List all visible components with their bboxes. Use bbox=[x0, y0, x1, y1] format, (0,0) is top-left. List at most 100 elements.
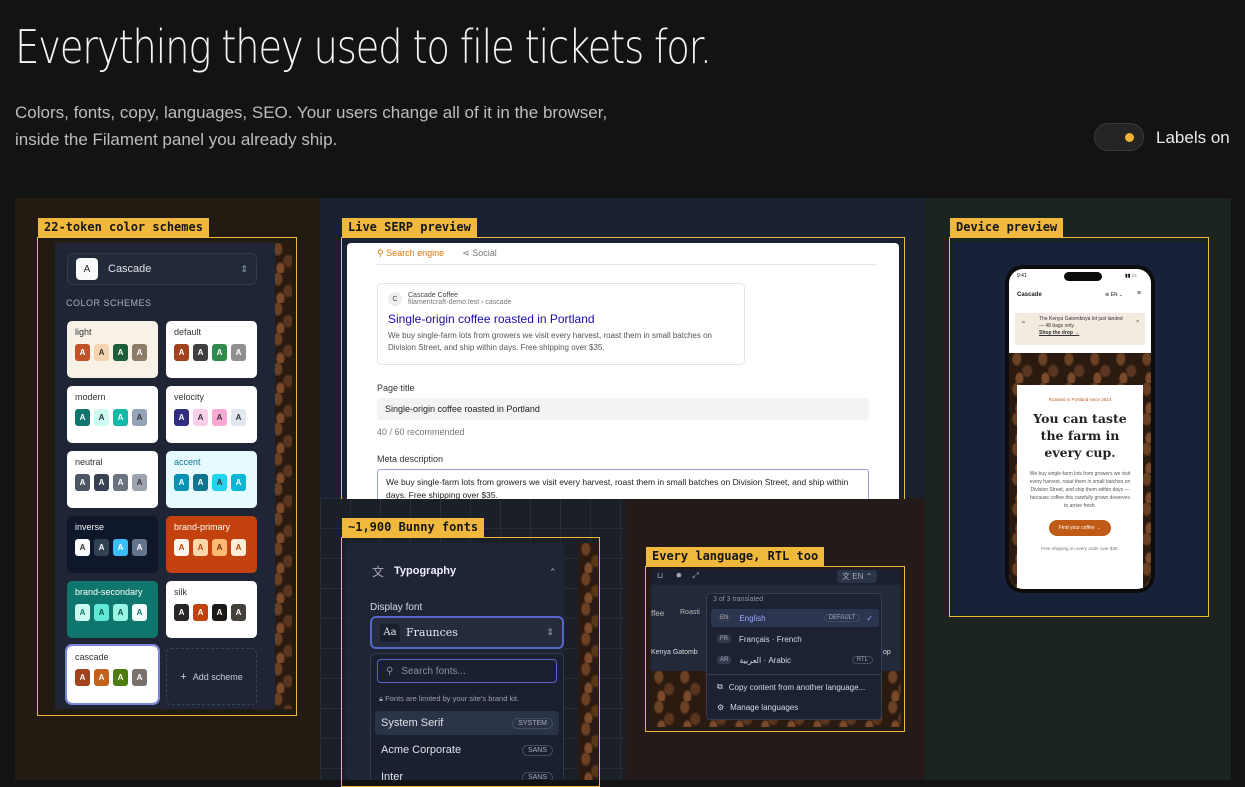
color-swatch: A bbox=[231, 409, 246, 426]
close-icon[interactable]: × bbox=[1136, 319, 1139, 326]
scheme-card-accent[interactable]: accent A A A A bbox=[166, 451, 257, 508]
scheme-chips: AAAA bbox=[174, 539, 249, 556]
site-favicon: C bbox=[388, 292, 402, 306]
page-title-input[interactable]: Single-origin coffee roasted in Portland bbox=[377, 398, 869, 420]
tab-search-engine[interactable]: ⚲ Search engine bbox=[377, 248, 444, 259]
scheme-name: brand-primary bbox=[174, 522, 231, 532]
color-swatch: A bbox=[75, 344, 90, 361]
phone-lang[interactable]: ⊕ EN ⌄ bbox=[1105, 292, 1123, 298]
page-title-counter: 40 / 60 recommended bbox=[377, 427, 465, 437]
serp-headline[interactable]: Single-origin coffee roasted in Portland bbox=[388, 312, 734, 326]
add-scheme-button[interactable]: + Add scheme bbox=[166, 648, 257, 705]
color-swatch: A bbox=[75, 409, 90, 426]
scheme-card-cascade[interactable]: cascade A A A A bbox=[65, 644, 160, 705]
expand-icon[interactable]: ⤢ bbox=[692, 571, 698, 580]
display-font-label: Display font bbox=[370, 602, 423, 613]
color-swatch: A bbox=[94, 669, 109, 686]
color-swatch: A bbox=[132, 604, 147, 621]
status-time: 9:41 bbox=[1017, 273, 1027, 279]
color-swatch: A bbox=[193, 474, 208, 491]
coffee-bean-background bbox=[578, 543, 598, 780]
typography-title: Typography bbox=[394, 565, 457, 577]
page-subtitle: Colors, fonts, copy, languages, SEO. You… bbox=[15, 99, 655, 153]
copy-icon: ⧉ bbox=[717, 682, 723, 691]
color-swatch: A bbox=[193, 409, 208, 426]
color-swatch: A bbox=[212, 539, 227, 556]
language-badge: DEFAULT bbox=[823, 614, 861, 622]
theme-select[interactable]: A Cascade ⇕ bbox=[67, 253, 257, 285]
meta-description-input[interactable]: We buy single-farm lots from growers we … bbox=[377, 469, 869, 499]
scheme-card-brand-primary[interactable]: brand-primary A A A A bbox=[166, 516, 257, 573]
scheme-name: brand-secondary bbox=[75, 587, 143, 597]
color-swatch: A bbox=[113, 409, 128, 426]
bookmark-icon[interactable]: ⊔ bbox=[657, 571, 663, 580]
sun-icon[interactable]: ✸ bbox=[675, 571, 682, 580]
serp-description: We buy single-farm lots from growers we … bbox=[388, 331, 712, 352]
scheme-name: cascade bbox=[75, 652, 109, 662]
font-option[interactable]: Inter SANS bbox=[375, 765, 559, 780]
color-swatch: A bbox=[75, 669, 90, 686]
language-option[interactable]: EN English DEFAULT ✓ bbox=[711, 609, 879, 627]
color-schemes-heading: COLOR SCHEMES bbox=[66, 298, 152, 308]
phone-cta[interactable]: Find your coffee → bbox=[1048, 520, 1112, 536]
scheme-card-brand-secondary[interactable]: brand-secondary A A A A bbox=[67, 581, 158, 638]
serp-site: C Cascade Coffee filamentcraft-demo.test … bbox=[388, 292, 734, 306]
copy-content-action[interactable]: ⧉ Copy content from another language... bbox=[711, 678, 879, 696]
share-icon: ⋖ bbox=[462, 248, 473, 258]
site-url: filamentcraft-demo.test › cascade bbox=[408, 299, 512, 306]
scheme-card-light[interactable]: light A A A A bbox=[67, 321, 158, 378]
font-option[interactable]: System Serif SYSTEM bbox=[375, 711, 559, 735]
scheme-chips: AAAA bbox=[75, 539, 150, 556]
tab-search-engine-label: Search engine bbox=[386, 248, 445, 258]
scheme-card-default[interactable]: default A A A A bbox=[166, 321, 257, 378]
typography-panel: 文 Typography ⌃ Display font Aa Fraunces … bbox=[346, 543, 564, 780]
banner-link[interactable]: Shop the drop → bbox=[1039, 330, 1079, 336]
font-option-name: Inter bbox=[381, 771, 404, 780]
font-category-badge: SANS bbox=[521, 744, 553, 756]
phone-mockup: 9:41 ▮▮ ▭ Cascade ⊕ EN ⌄ ≡ ☕︎ The Kenya … bbox=[1005, 265, 1155, 593]
scheme-card-modern[interactable]: modern A A A A bbox=[67, 386, 158, 443]
manage-languages-action[interactable]: ⚙ Manage languages bbox=[711, 698, 879, 716]
site-name: Cascade Coffee bbox=[408, 292, 459, 299]
font-option[interactable]: Acme Corporate SANS bbox=[375, 738, 559, 762]
color-swatch: A bbox=[174, 474, 189, 491]
color-swatch: A bbox=[113, 474, 128, 491]
scheme-card-neutral[interactable]: neutral A A A A bbox=[67, 451, 158, 508]
scheme-card-inverse[interactable]: inverse A A A A bbox=[67, 516, 158, 573]
color-swatch: A bbox=[132, 409, 147, 426]
tag-device: Device preview bbox=[950, 218, 1064, 237]
tab-social[interactable]: ⋖ Social bbox=[462, 248, 497, 259]
color-swatch: A bbox=[94, 474, 109, 491]
language-option[interactable]: AR العربية · Arabic RTL bbox=[711, 651, 879, 669]
page-title: Everything they used to file tickets for… bbox=[15, 20, 712, 74]
translate-icon: 文 bbox=[372, 565, 385, 579]
language-switcher[interactable]: 文 EN ⌃ bbox=[837, 570, 878, 583]
scheme-name: light bbox=[75, 327, 92, 337]
chevron-up-icon[interactable]: ⌃ bbox=[549, 567, 557, 578]
font-search-placeholder: Search fonts... bbox=[401, 665, 466, 677]
language-option[interactable]: FR Français · French bbox=[711, 630, 879, 648]
scheme-card-silk[interactable]: silk A A A A bbox=[166, 581, 257, 638]
display-font-select[interactable]: Aa Fraunces ⇕ bbox=[370, 616, 564, 649]
page-bg-text-3: Kenya Gatomb bbox=[651, 649, 698, 656]
menu-icon[interactable]: ≡ bbox=[1137, 290, 1141, 297]
serp-result-card: C Cascade Coffee filamentcraft-demo.test … bbox=[377, 283, 745, 365]
color-swatch: A bbox=[212, 344, 227, 361]
scheme-card-velocity[interactable]: velocity A A A A bbox=[166, 386, 257, 443]
language-code: AR bbox=[717, 656, 732, 664]
scheme-name: default bbox=[174, 327, 202, 337]
scheme-chips: AAAA bbox=[75, 474, 150, 491]
labels-toggle-label[interactable]: Labels on bbox=[1156, 128, 1230, 148]
color-swatch: A bbox=[193, 539, 208, 556]
scheme-chips: AAAA bbox=[75, 344, 150, 361]
scheme-chips: AAAA bbox=[75, 604, 150, 621]
scheme-name: silk bbox=[174, 587, 187, 597]
color-swatch: A bbox=[174, 409, 189, 426]
color-swatch: A bbox=[212, 409, 227, 426]
font-preview-icon: Aa bbox=[380, 623, 400, 642]
labels-toggle[interactable] bbox=[1094, 123, 1144, 151]
font-search-input[interactable]: ⚲ Search fonts... bbox=[377, 659, 557, 683]
color-swatch: A bbox=[193, 604, 208, 621]
scheme-chips: AAAA bbox=[174, 344, 249, 361]
color-swatch: A bbox=[94, 344, 109, 361]
